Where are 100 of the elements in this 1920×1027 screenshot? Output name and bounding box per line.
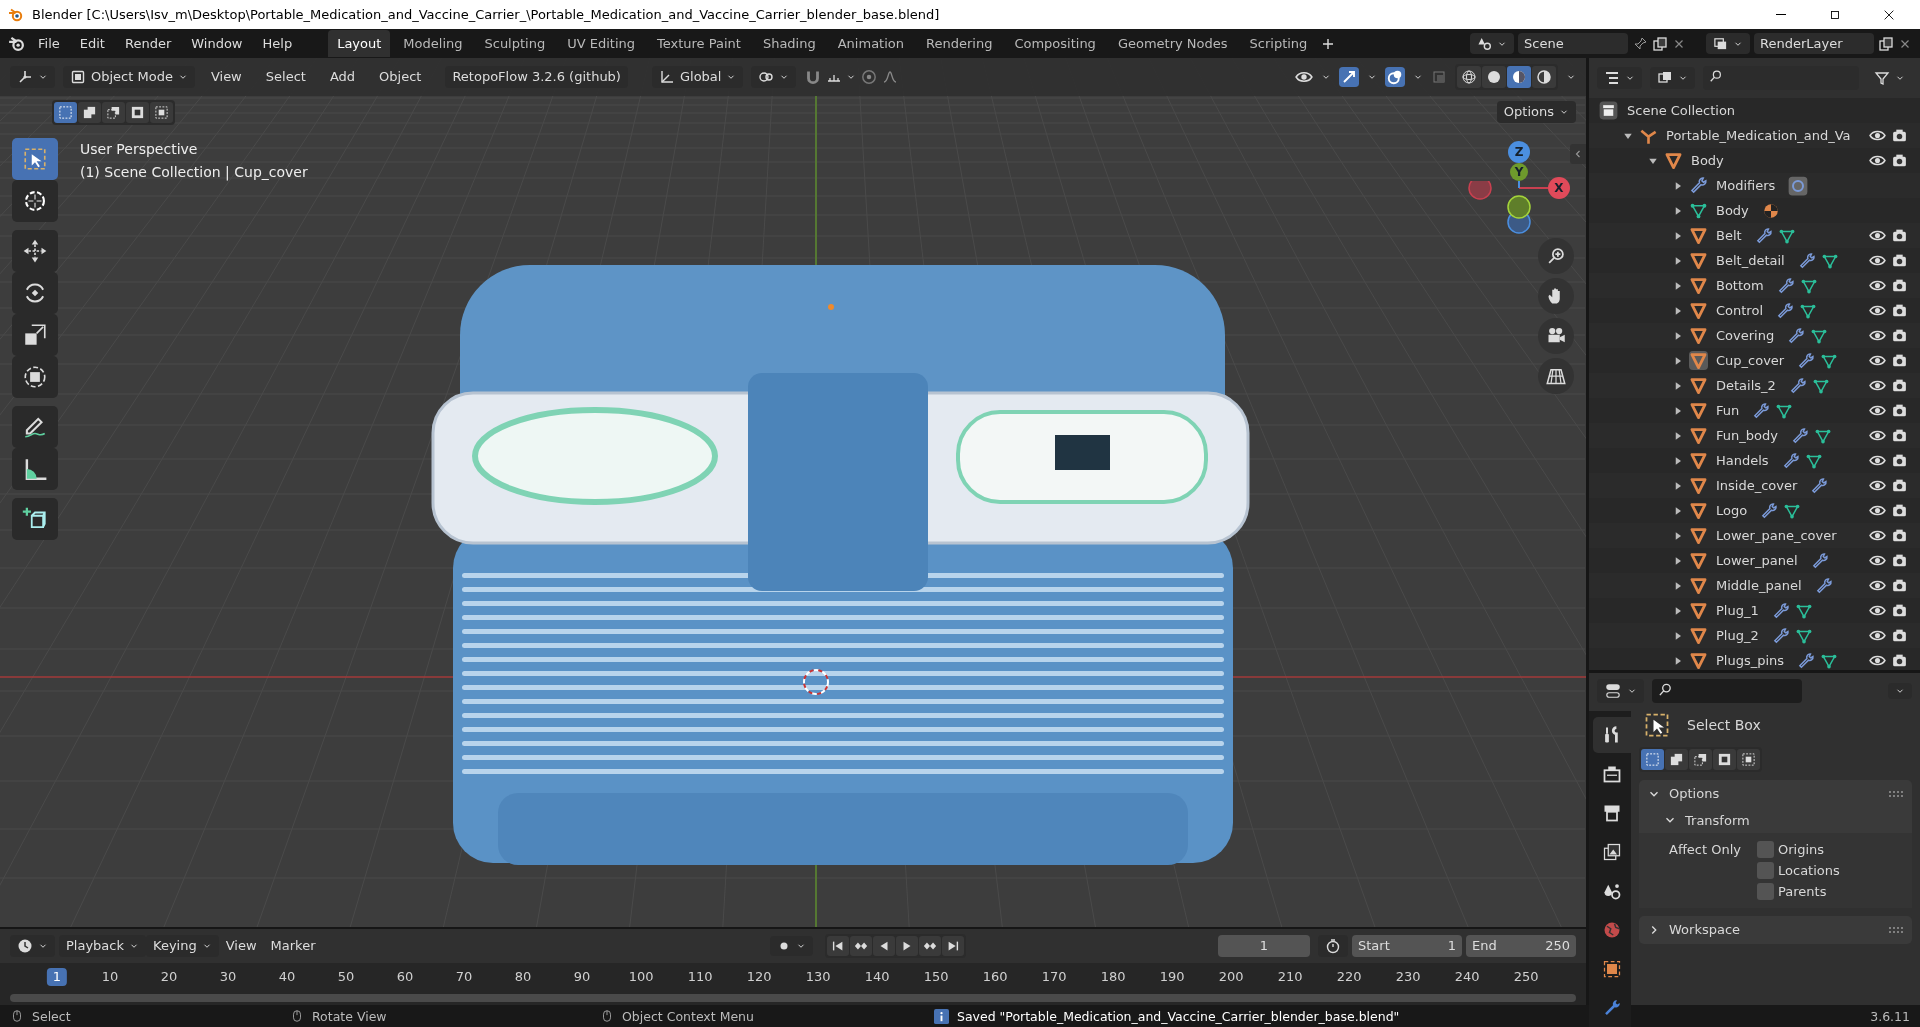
menu-item[interactable]: Object bbox=[371, 66, 430, 88]
render-camera-icon[interactable] bbox=[1891, 552, 1908, 569]
frame-number[interactable]: 180 bbox=[1094, 968, 1132, 986]
orientation-dropdown[interactable]: Global bbox=[651, 66, 744, 88]
menu-item[interactable]: Edit bbox=[71, 32, 113, 55]
render-camera-icon[interactable] bbox=[1891, 277, 1908, 294]
scene-selector[interactable] bbox=[1470, 33, 1514, 54]
frame-number[interactable]: 60 bbox=[390, 968, 420, 986]
shading-button[interactable] bbox=[1482, 66, 1506, 88]
render-camera-icon[interactable] bbox=[1891, 302, 1908, 319]
axis-button[interactable]: Z bbox=[1508, 141, 1530, 163]
frame-number[interactable]: 40 bbox=[272, 968, 302, 986]
panel-title[interactable]: Workspace bbox=[1669, 916, 1741, 944]
overlays-icon[interactable] bbox=[1385, 67, 1405, 87]
options-dropdown[interactable]: Options bbox=[1496, 101, 1576, 123]
end-frame-field[interactable]: End 250 bbox=[1466, 935, 1576, 957]
pin-icon[interactable] bbox=[1632, 35, 1648, 52]
workspace-tab[interactable]: Scripting bbox=[1240, 30, 1317, 57]
tool-button[interactable] bbox=[12, 406, 58, 448]
menu-item[interactable]: Window bbox=[183, 32, 251, 55]
workspace-tab[interactable]: Geometry Nodes bbox=[1108, 30, 1237, 57]
render-camera-icon[interactable] bbox=[1891, 227, 1908, 244]
axis-button[interactable]: X bbox=[1548, 177, 1570, 199]
search-field[interactable] bbox=[1703, 66, 1859, 90]
menu-item[interactable]: Select bbox=[257, 66, 314, 88]
pivot-dropdown[interactable] bbox=[751, 66, 797, 88]
frame-number[interactable]: 240 bbox=[1448, 968, 1486, 986]
tool-button[interactable] bbox=[12, 230, 58, 272]
tool-button[interactable] bbox=[12, 448, 58, 490]
render-camera-icon[interactable] bbox=[1891, 627, 1908, 644]
tool-button[interactable] bbox=[12, 180, 58, 222]
select-mode-button[interactable] bbox=[1665, 749, 1688, 770]
copy-icon[interactable] bbox=[1652, 35, 1668, 52]
pan-button[interactable] bbox=[1538, 278, 1574, 314]
select-mode-button[interactable] bbox=[1689, 749, 1712, 770]
select-mode-button[interactable] bbox=[1713, 749, 1736, 770]
render-camera-icon[interactable] bbox=[1891, 527, 1908, 544]
select-mode-button[interactable] bbox=[126, 101, 149, 123]
menu-item[interactable]: Help bbox=[254, 32, 301, 55]
render-camera-icon[interactable] bbox=[1891, 327, 1908, 344]
checkbox[interactable] bbox=[1757, 862, 1774, 880]
frame-number[interactable]: 1 bbox=[46, 968, 68, 986]
play-reverse-button[interactable] bbox=[873, 936, 896, 956]
start-frame-field[interactable]: Start 1 bbox=[1352, 935, 1462, 957]
jump-start-button[interactable] bbox=[827, 936, 850, 956]
keying-button[interactable] bbox=[770, 936, 814, 956]
select-mode-button[interactable] bbox=[54, 101, 77, 123]
editor-type-button[interactable] bbox=[1597, 679, 1644, 703]
frame-number[interactable]: 200 bbox=[1212, 968, 1250, 986]
frame-number[interactable]: 220 bbox=[1330, 968, 1368, 986]
workspace-tab[interactable]: Modeling bbox=[394, 30, 472, 57]
menu-item[interactable]: View bbox=[218, 935, 264, 957]
frame-number[interactable]: 90 bbox=[567, 968, 597, 986]
frame-number[interactable]: 110 bbox=[681, 968, 719, 986]
frame-number[interactable]: 190 bbox=[1153, 968, 1191, 986]
render-camera-icon[interactable] bbox=[1891, 427, 1908, 444]
menu-item[interactable]: Add bbox=[321, 66, 364, 88]
frame-number[interactable]: 120 bbox=[740, 968, 778, 986]
workspace-tab[interactable]: Sculpting bbox=[475, 30, 555, 57]
previous-keyframe-button[interactable] bbox=[850, 936, 873, 956]
render-camera-icon[interactable] bbox=[1891, 652, 1908, 669]
render-camera-icon[interactable] bbox=[1891, 127, 1908, 144]
render-camera-icon[interactable] bbox=[1891, 377, 1908, 394]
workspace-tab[interactable]: Texture Paint bbox=[648, 30, 750, 57]
select-mode-button[interactable] bbox=[78, 101, 101, 123]
render-camera-icon[interactable] bbox=[1891, 402, 1908, 419]
panel-title[interactable]: Options bbox=[1669, 780, 1720, 808]
menu-item[interactable]: Render bbox=[116, 32, 180, 55]
next-keyframe-button[interactable] bbox=[919, 936, 942, 956]
menu-item[interactable]: Playback bbox=[59, 935, 146, 957]
shading-button[interactable] bbox=[1507, 66, 1531, 88]
subpanel-title[interactable]: Transform bbox=[1685, 807, 1750, 834]
proportional-editing-icon[interactable] bbox=[860, 68, 879, 86]
select-mode-button[interactable] bbox=[102, 101, 125, 123]
axis-button[interactable]: Y bbox=[1510, 163, 1528, 181]
frame-number[interactable]: 250 bbox=[1507, 968, 1545, 986]
stopwatch-button[interactable] bbox=[1318, 935, 1348, 957]
render-camera-icon[interactable] bbox=[1891, 152, 1908, 169]
checkbox[interactable] bbox=[1757, 883, 1774, 901]
workspace-tab[interactable]: Layout bbox=[328, 30, 391, 57]
current-frame-field[interactable]: 1 bbox=[1218, 935, 1310, 957]
frame-number[interactable]: 230 bbox=[1389, 968, 1427, 986]
workspace-tab[interactable]: Rendering bbox=[917, 30, 1002, 57]
properties-tab[interactable] bbox=[1593, 717, 1631, 753]
view-layer-field[interactable]: RenderLayer bbox=[1754, 32, 1874, 55]
render-camera-icon[interactable] bbox=[1891, 352, 1908, 369]
addon-dropdown[interactable]: RetopoFlow 3.2.6 (github) bbox=[445, 66, 628, 88]
view-layer-selector[interactable] bbox=[1706, 33, 1750, 54]
frame-number[interactable]: 100 bbox=[622, 968, 660, 986]
shading-button[interactable] bbox=[1457, 66, 1481, 88]
frame-number[interactable]: 150 bbox=[917, 968, 955, 986]
frame-number[interactable]: 140 bbox=[858, 968, 896, 986]
workspace-tab[interactable]: Shading bbox=[753, 30, 825, 57]
mode-dropdown[interactable]: Object Mode bbox=[63, 66, 195, 88]
tool-button[interactable] bbox=[12, 498, 58, 540]
frame-number[interactable]: 210 bbox=[1271, 968, 1309, 986]
render-camera-icon[interactable] bbox=[1891, 477, 1908, 494]
frame-number[interactable]: 30 bbox=[213, 968, 243, 986]
play-button[interactable] bbox=[896, 936, 919, 956]
frame-number[interactable]: 50 bbox=[331, 968, 361, 986]
